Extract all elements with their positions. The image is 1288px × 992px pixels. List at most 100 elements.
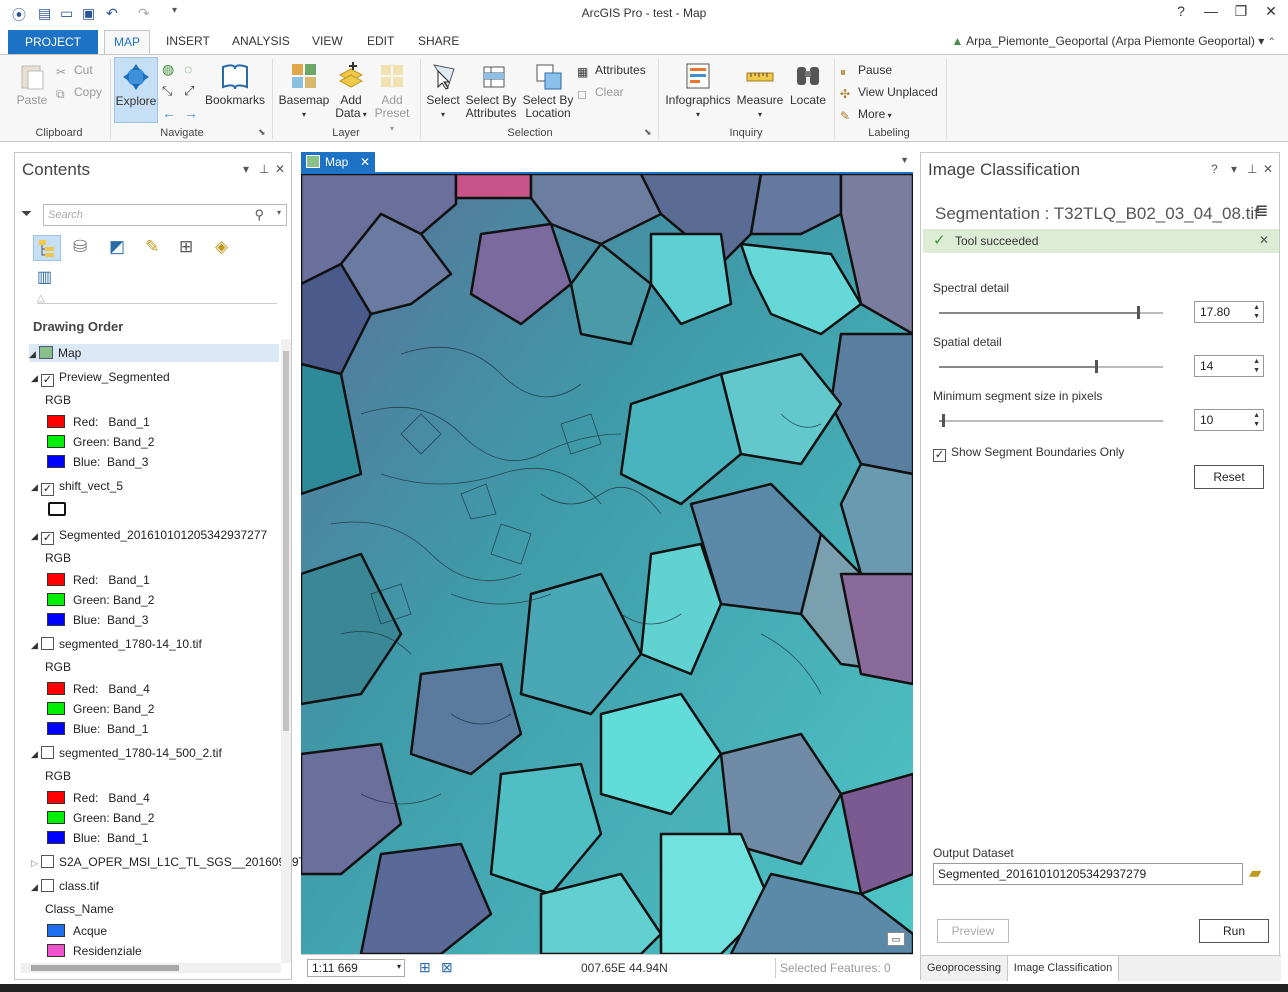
layer-visibility-checkbox[interactable]: ✓: [41, 532, 54, 545]
portal-sign-in[interactable]: ▲ Arpa_Piemonte_Geoportal (Arpa Piemonte…: [952, 34, 1277, 48]
filter-icon[interactable]: ⏷: [21, 205, 32, 222]
tab-view[interactable]: VIEW: [312, 34, 343, 48]
tab-map-view[interactable]: Map ✕: [301, 152, 375, 172]
scale-selector[interactable]: 1:11 669 ▾: [307, 959, 405, 977]
view-options-icon[interactable]: ▼: [900, 155, 909, 165]
show-boundaries-checkbox[interactable]: ✓: [933, 449, 946, 462]
pin-icon[interactable]: ⊥: [1247, 162, 1257, 176]
segmented-raster[interactable]: [301, 174, 913, 954]
polygon-symbol[interactable]: [48, 502, 66, 516]
zoom-out-icon[interactable]: ⤢: [184, 83, 194, 99]
collapse-arrow-icon[interactable]: ◢: [31, 478, 41, 496]
attributes-button[interactable]: ▦ Attributes: [577, 63, 646, 79]
layer-visibility-checkbox[interactable]: ✓: [41, 483, 54, 496]
scrollbar-thumb[interactable]: [31, 965, 179, 971]
add-data-button[interactable]: Add Data ▾: [332, 61, 370, 121]
full-extent-icon[interactable]: ◍: [162, 61, 174, 78]
tab-project[interactable]: PROJECT: [8, 30, 98, 54]
search-icon[interactable]: ⚲: [254, 207, 264, 223]
pane-options-icon[interactable]: ▾: [243, 162, 249, 176]
previous-extent-icon[interactable]: ←: [162, 105, 176, 121]
collapse-arrow-icon[interactable]: ◢: [29, 345, 39, 363]
vertical-scrollbar[interactable]: [281, 339, 291, 963]
list-by-editing-icon[interactable]: ✎: [145, 237, 159, 257]
tab-share[interactable]: SHARE: [418, 34, 459, 48]
spatial-detail-input[interactable]: 14 ▲ ▼: [1194, 355, 1264, 377]
collapse-arrow-icon[interactable]: ◢: [31, 527, 41, 545]
list-by-drawing-order-button[interactable]: [33, 235, 61, 261]
locate-button[interactable]: Locate: [786, 61, 830, 107]
tab-geoprocessing[interactable]: Geoprocessing: [921, 956, 1007, 981]
help-icon[interactable]: ?: [1211, 162, 1218, 176]
select-by-location-button[interactable]: Select By Location: [520, 61, 576, 120]
close-pane-icon[interactable]: ✕: [275, 162, 285, 176]
list-by-data-source-icon[interactable]: ⛁: [73, 237, 87, 257]
spectral-detail-slider[interactable]: [939, 306, 1163, 319]
close-pane-icon[interactable]: ✕: [1263, 162, 1273, 176]
layer-row[interactable]: ◢ ✓ Segmented_20161010120534293727​7: [31, 526, 267, 545]
spinner-arrows-icon[interactable]: ▲ ▼: [1253, 357, 1260, 375]
more-labeling-button[interactable]: ✎ More ▾: [840, 107, 892, 123]
layer-visibility-checkbox[interactable]: [41, 879, 54, 892]
tree-item-map[interactable]: ◢ Map: [29, 344, 279, 362]
tab-image-classification[interactable]: Image Classification: [1007, 956, 1119, 981]
measure-button[interactable]: Measure ▾: [736, 61, 784, 121]
layer-row[interactable]: ▷ S2A_OPER_MSI_L1C_TL_SGS__20160929T1: [31, 853, 313, 871]
list-by-snapping-icon[interactable]: ⊞: [179, 237, 193, 257]
run-button[interactable]: Run: [1199, 919, 1269, 943]
basemap-button[interactable]: Basemap ▾: [278, 61, 330, 121]
slider-thumb[interactable]: [1137, 306, 1141, 319]
layer-visibility-checkbox[interactable]: ✓: [41, 374, 54, 387]
slider-thumb[interactable]: [1094, 360, 1098, 373]
zoom-in-icon[interactable]: ⤡: [162, 83, 172, 99]
chevron-down-icon[interactable]: ▾: [277, 208, 281, 217]
selected-features-count[interactable]: Selected Features: 0: [775, 958, 895, 978]
tab-analysis[interactable]: ANALYSIS: [232, 34, 290, 48]
tab-insert[interactable]: INSERT: [166, 34, 210, 48]
list-by-charts-icon[interactable]: ▥: [37, 267, 52, 287]
tab-map[interactable]: MAP: [104, 30, 150, 54]
collapse-ribbon-icon[interactable]: ⌃: [1268, 37, 1276, 48]
collapse-arrow-icon[interactable]: ◢: [31, 878, 41, 896]
close-tab-icon[interactable]: ✕: [360, 152, 370, 172]
min-segment-size-slider[interactable]: [939, 414, 1163, 427]
collapse-arrow-icon[interactable]: ◢: [31, 745, 41, 763]
cut-button[interactable]: ✂ Cut: [56, 63, 93, 79]
copy-button[interactable]: ⧉ Copy: [56, 85, 102, 101]
layer-visibility-checkbox[interactable]: [41, 637, 54, 650]
expand-arrow-icon[interactable]: ▷: [31, 854, 41, 872]
next-extent-icon[interactable]: →: [184, 105, 198, 121]
pane-options-icon[interactable]: ▾: [1231, 162, 1237, 176]
map-canvas[interactable]: ▭: [301, 174, 913, 954]
dialog-launcher-icon[interactable]: ⬊: [258, 127, 266, 138]
collapse-arrow-icon[interactable]: ◢: [31, 636, 41, 654]
list-by-labeling-icon[interactable]: ◈: [215, 237, 228, 257]
dialog-launcher-icon[interactable]: ⬊: [644, 127, 652, 138]
dismiss-status-icon[interactable]: ✕: [1259, 233, 1269, 247]
bookmarks-button[interactable]: Bookmarks: [204, 61, 266, 107]
reset-button[interactable]: Reset: [1194, 465, 1264, 489]
coordinate-system-icon[interactable]: ⊠: [441, 959, 453, 976]
grid-icon[interactable]: ⊞: [419, 959, 431, 976]
clear-selection-button[interactable]: ◻ Clear: [577, 85, 624, 101]
collapse-arrow-icon[interactable]: ◢: [31, 369, 41, 387]
infographics-button[interactable]: Infographics ▾: [662, 61, 734, 121]
layer-row[interactable]: ◢ segmented_1780-14_10.tif: [31, 635, 202, 653]
output-dataset-input[interactable]: Segmented_20161010120534293727​9: [933, 863, 1243, 885]
contents-search-input[interactable]: Search ⚲ ▾: [43, 204, 287, 226]
show-boundaries-option[interactable]: ✓ Show Segment Boundaries Only: [933, 445, 1124, 462]
spectral-detail-input[interactable]: 17.80 ▲ ▼: [1194, 301, 1264, 323]
pause-labeling-button[interactable]: ⏸ Pause: [840, 63, 892, 79]
spinner-arrows-icon[interactable]: ▲ ▼: [1253, 411, 1260, 429]
layer-visibility-checkbox[interactable]: [41, 746, 54, 759]
horizontal-scrollbar[interactable]: [21, 963, 281, 973]
list-by-selection-icon[interactable]: ◩: [109, 237, 125, 257]
spinner-arrows-icon[interactable]: ▲ ▼: [1253, 303, 1260, 321]
close-window-button[interactable]: ✕: [1256, 3, 1286, 23]
notes-icon[interactable]: ▭: [887, 932, 905, 946]
layer-row[interactable]: ◢ ✓ Preview_Segmented: [31, 368, 170, 387]
layer-row[interactable]: ◢ class.tif: [31, 877, 99, 895]
minimize-button[interactable]: —: [1196, 3, 1226, 23]
select-button[interactable]: Select ▾: [424, 61, 462, 121]
select-by-attributes-button[interactable]: Select By Attributes: [462, 61, 520, 120]
